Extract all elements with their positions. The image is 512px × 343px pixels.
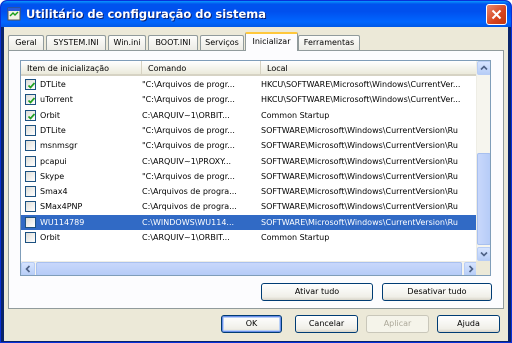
startup-tab-panel: Item de inicialização Comando Local DTLi… xyxy=(8,50,504,309)
startup-item-checkbox[interactable] xyxy=(25,79,36,90)
scroll-down-button[interactable] xyxy=(477,247,490,261)
enable-all-button[interactable]: Ativar tudo xyxy=(261,283,373,301)
column-header-command[interactable]: Comando xyxy=(142,61,261,76)
startup-item-checkbox[interactable] xyxy=(25,155,36,167)
list-item[interactable]: WU114789 C:\WINDOWS\WU114... SOFTWARE\Micr… xyxy=(21,214,478,230)
startup-item-name: Skype xyxy=(40,171,65,181)
startup-item-checkbox[interactable] xyxy=(25,201,36,213)
list-item[interactable]: Skype "C:\Arquivos de progr... SOFTWARE\Mi… xyxy=(21,169,478,184)
tab-servicos[interactable]: Serviços xyxy=(200,35,244,50)
startup-item-command: C:\Arquivos de progra... xyxy=(142,202,237,212)
msconfig-window: Utilitário de configuração do sistema Ge… xyxy=(0,0,512,343)
tab-system-ini[interactable]: SYSTEM.INI xyxy=(46,35,106,50)
startup-item-location: SOFTWARE\Microsoft\Windows\CurrentVersio… xyxy=(261,217,458,227)
column-header-item[interactable]: Item de inicialização xyxy=(21,61,142,76)
startup-item-command: "C:\Arquivos de progr... xyxy=(142,80,235,89)
startup-item-checkbox[interactable] xyxy=(25,232,36,243)
startup-item-location: HKCU\SOFTWARE\Microsoft\Windows\CurrentV… xyxy=(261,80,461,89)
tab-geral[interactable]: Geral xyxy=(8,35,44,50)
checkmark-icon xyxy=(27,82,36,89)
startup-item-checkbox[interactable] xyxy=(25,216,36,228)
apply-button[interactable]: Aplicar xyxy=(366,315,429,333)
cancel-button[interactable]: Cancelar xyxy=(295,315,358,333)
startup-item-location: SOFTWARE\Microsoft\Windows\CurrentVersio… xyxy=(261,125,458,135)
startup-item-location: Common Startup xyxy=(261,233,330,242)
startup-item-command: C:\Arquivos de progra... xyxy=(142,187,237,197)
startup-item-name: DTLite xyxy=(40,80,66,89)
startup-item-name: Orbit xyxy=(40,110,61,120)
startup-item-location: SOFTWARE\Microsoft\Windows\CurrentVersio… xyxy=(261,202,458,212)
close-icon xyxy=(491,9,502,20)
horizontal-scrollbar[interactable] xyxy=(21,261,478,275)
scroll-thumb[interactable] xyxy=(477,153,490,245)
title-bar[interactable]: Utilitário de configuração do sistema xyxy=(1,1,511,27)
arrow-up-icon xyxy=(480,65,488,71)
startup-items-list[interactable]: Item de inicialização Comando Local DTLi… xyxy=(20,60,491,276)
scroll-left-button[interactable] xyxy=(21,262,35,275)
startup-item-location: HKCU\SOFTWARE\Microsoft\Windows\CurrentV… xyxy=(261,95,461,105)
startup-item-command: C:\ARQUIV~1\ORBIT... xyxy=(142,233,230,242)
list-item[interactable]: uTorrent "C:\Arquivos de progr... HKCU\SOF… xyxy=(21,92,478,107)
startup-item-name: msnmsgr xyxy=(40,141,78,151)
vertical-scrollbar[interactable] xyxy=(476,61,490,261)
tab-win-ini[interactable]: Win.ini xyxy=(108,35,146,50)
ok-button[interactable]: OK xyxy=(221,315,282,333)
startup-item-checkbox[interactable] xyxy=(25,186,36,198)
list-item[interactable]: Orbit C:\ARQUIV~1\ORBIT... Common Startup xyxy=(21,108,478,123)
startup-item-command: "C:\Arquivos de progr... xyxy=(142,141,235,151)
tab-boot-ini[interactable]: BOOT.INI xyxy=(148,35,198,50)
scroll-up-button[interactable] xyxy=(477,61,490,75)
startup-item-location: SOFTWARE\Microsoft\Windows\CurrentVersio… xyxy=(261,156,458,166)
disable-all-button[interactable]: Desativar tudo xyxy=(382,283,492,301)
startup-item-location: Common Startup xyxy=(261,110,330,120)
dialog-client-area: Geral SYSTEM.INI Win.ini BOOT.INI Serviç… xyxy=(4,27,508,341)
list-item[interactable]: msnmsgr "C:\Arquivos de progr... SOFTWARE\… xyxy=(21,138,478,153)
checkmark-icon xyxy=(27,113,36,120)
scrollbar-corner xyxy=(476,261,490,275)
startup-item-name: Smax4 xyxy=(40,187,68,197)
startup-item-command: "C:\Arquivos de progr... xyxy=(142,125,235,135)
tab-ferramentas[interactable]: Ferramentas xyxy=(298,35,360,50)
msconfig-app-icon xyxy=(7,7,21,21)
startup-item-location: SOFTWARE\Microsoft\Windows\CurrentVersio… xyxy=(261,141,458,151)
startup-item-command: C:\WINDOWS\WU114... xyxy=(142,217,235,227)
list-header: Item de inicialização Comando Local xyxy=(21,61,478,76)
close-button[interactable] xyxy=(486,4,507,25)
checkmark-icon xyxy=(27,97,36,105)
startup-item-command: C:\ARQUIV~1\ORBIT... xyxy=(142,110,230,120)
startup-item-command: "C:\Arquivos de progr... xyxy=(142,95,235,105)
arrow-left-icon xyxy=(25,265,31,273)
startup-item-name: Orbit xyxy=(40,233,61,242)
startup-item-name: uTorrent xyxy=(40,95,73,105)
horizontal-scroll-thumb[interactable] xyxy=(36,262,462,275)
startup-item-name: SMax4PNP xyxy=(40,202,83,212)
help-button[interactable]: Ajuda xyxy=(437,315,500,333)
startup-item-checkbox[interactable] xyxy=(25,140,36,152)
tab-inicializar[interactable]: Inicializar xyxy=(245,32,298,51)
arrow-down-icon xyxy=(480,251,488,257)
startup-item-checkbox[interactable] xyxy=(25,170,36,182)
startup-item-name: WU114789 xyxy=(40,217,85,227)
startup-item-checkbox[interactable] xyxy=(25,109,36,121)
list-item[interactable]: DTLite "C:\Arquivos de progr... SOFTWARE\M… xyxy=(21,123,478,138)
window-title: Utilitário de configuração do sistema xyxy=(26,7,267,21)
startup-item-checkbox[interactable] xyxy=(25,94,36,106)
startup-item-command: "C:\Arquivos de progr... xyxy=(142,171,235,181)
startup-item-command: C:\ARQUIV~1\PROXY... xyxy=(142,156,232,166)
startup-item-name: pcapui xyxy=(40,156,67,166)
list-item[interactable]: Orbit C:\ARQUIV~1\ORBIT... Common Startup xyxy=(21,230,478,245)
list-item[interactable]: DTLite "C:\Arquivos de progr... HKCU\SOFTW… xyxy=(21,77,478,92)
list-rows: DTLite "C:\Arquivos de progr... HKCU\SOFTW… xyxy=(21,77,478,261)
startup-item-name: DTLite xyxy=(40,125,66,135)
list-item[interactable]: Smax4 C:\Arquivos de progra... SOFTWARE\Mi… xyxy=(21,184,478,199)
list-item[interactable]: pcapui C:\ARQUIV~1\PROXY... SOFTWARE\Micro… xyxy=(21,154,478,169)
startup-item-location: SOFTWARE\Microsoft\Windows\CurrentVersio… xyxy=(261,187,458,197)
startup-item-location: SOFTWARE\Microsoft\Windows\CurrentVersio… xyxy=(261,171,458,181)
column-header-location[interactable]: Local xyxy=(261,61,478,76)
list-item[interactable]: SMax4PNP C:\Arquivos de progra... SOFTWARE… xyxy=(21,199,478,214)
startup-item-checkbox[interactable] xyxy=(25,124,36,136)
